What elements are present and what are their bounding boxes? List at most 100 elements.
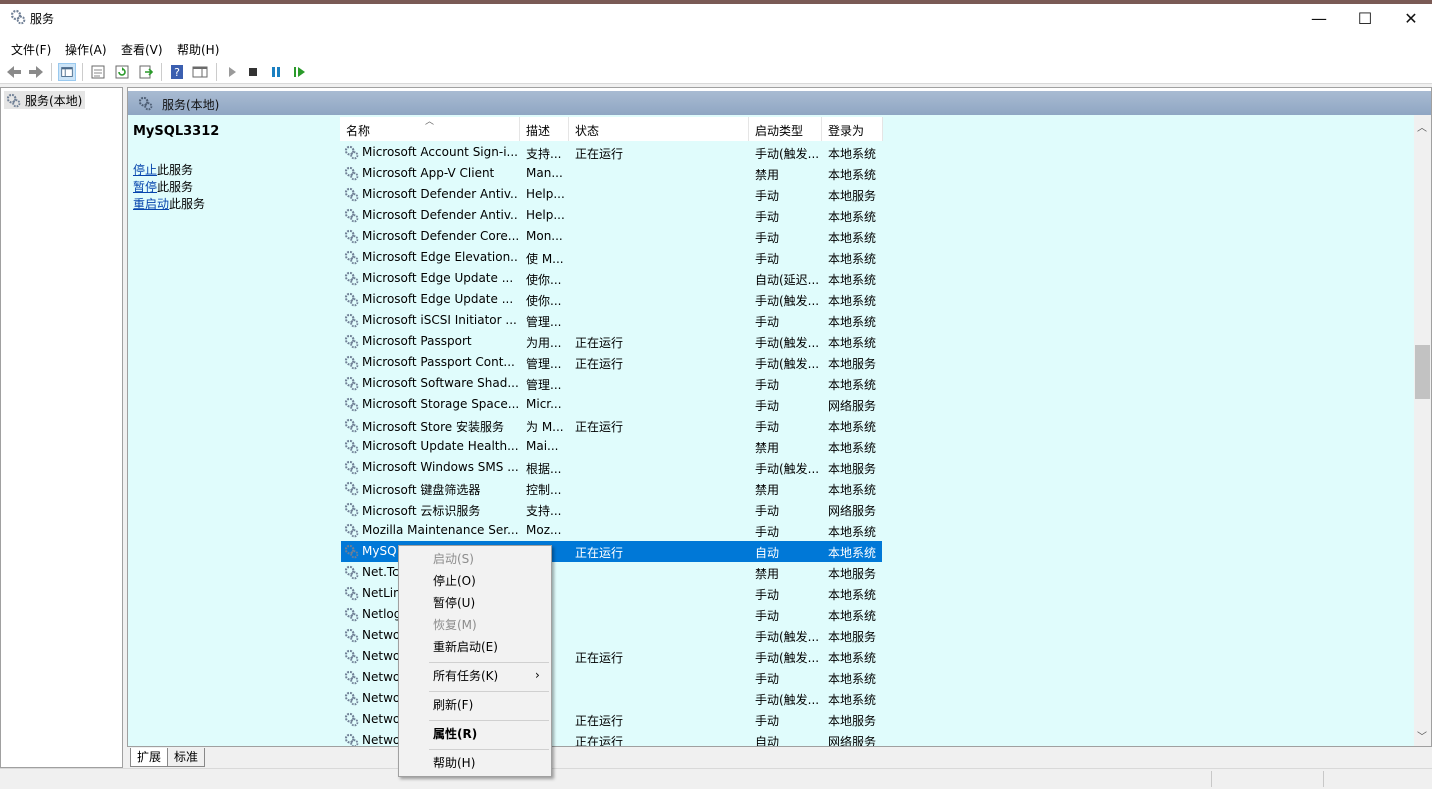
service-row[interactable]: Microsoft Edge Update ... 使你... 手动(触发... 本地…	[341, 289, 882, 310]
service-gear-icon	[344, 439, 359, 454]
service-gear-icon	[344, 628, 359, 643]
service-row[interactable]: Microsoft 云标识服务 支持... 手动 网络服务	[341, 499, 882, 520]
service-row[interactable]: Microsoft Defender Antiv... Help... 手动 本地系统	[341, 205, 882, 226]
service-startup-type: 手动	[755, 315, 780, 329]
service-row[interactable]: Microsoft Edge Elevation... 使 M... 手动 本地系统	[341, 247, 882, 268]
service-logon-as: 网络服务	[828, 399, 877, 413]
service-startup-type: 手动	[755, 231, 780, 245]
service-startup-type: 手动	[755, 525, 780, 539]
service-name: Microsoft Software Shad...	[362, 376, 518, 390]
service-row[interactable]: Microsoft Windows SMS ... 根据... 手动(触发... 本地…	[341, 457, 882, 478]
service-row[interactable]: Microsoft Edge Update ... 使你... 自动(延迟... 本地…	[341, 268, 882, 289]
service-gear-icon	[344, 208, 359, 223]
tab-extended[interactable]: 扩展	[130, 748, 169, 767]
ctx-stop[interactable]: 停止(O)	[433, 571, 476, 591]
service-startup-type: 手动	[755, 588, 780, 602]
service-gear-icon	[344, 292, 359, 307]
service-logon-as: 本地服务	[828, 714, 877, 728]
service-row[interactable]: Microsoft 键盘筛选器 控制... 禁用 本地系统	[341, 478, 882, 499]
service-gear-icon	[344, 544, 359, 559]
service-startup-type: 禁用	[755, 168, 780, 182]
service-logon-as: 网络服务	[828, 504, 877, 518]
service-logon-as: 本地服务	[828, 462, 877, 476]
submenu-arrow-icon: ›	[535, 668, 540, 682]
service-logon-as: 本地服务	[828, 630, 877, 644]
service-startup-type: 手动(触发...	[755, 693, 820, 707]
service-gear-icon	[344, 271, 359, 286]
service-logon-as: 本地系统	[828, 210, 877, 224]
service-gear-icon	[344, 187, 359, 202]
service-gear-icon	[344, 481, 359, 496]
service-logon-as: 本地系统	[828, 693, 877, 707]
service-row[interactable]: Microsoft Defender Antiv... Help... 手动 本地服务	[341, 184, 882, 205]
service-gear-icon	[344, 523, 359, 538]
ctx-restart[interactable]: 重新启动(E)	[433, 637, 498, 657]
scrollbar-thumb[interactable]	[1415, 345, 1430, 399]
service-startup-type: 自动	[755, 546, 780, 560]
ctx-resume[interactable]: 恢复(M)	[433, 615, 477, 635]
service-row[interactable]: Microsoft Software Shad... 管理... 手动 本地系统	[341, 373, 882, 394]
service-logon-as: 本地系统	[828, 672, 877, 686]
ctx-separator	[429, 749, 549, 750]
scroll-down-icon[interactable]: ﹀	[1417, 728, 1427, 743]
service-description: 支持...	[526, 504, 562, 518]
service-name: Microsoft Passport	[362, 334, 472, 348]
service-row[interactable]: Microsoft Passport 为用... 正在运行 手动(触发... 本地系统	[341, 331, 882, 352]
service-name: Microsoft Defender Antiv...	[362, 187, 518, 201]
ctx-all-tasks[interactable]: 所有任务(K)	[433, 666, 498, 686]
ctx-pause[interactable]: 暂停(U)	[433, 593, 475, 613]
service-description: 控制...	[526, 483, 562, 497]
service-gear-icon	[344, 229, 359, 244]
service-gear-icon	[344, 670, 359, 685]
ctx-help[interactable]: 帮助(H)	[433, 753, 475, 773]
service-description: 根据...	[526, 462, 562, 476]
scroll-up-icon[interactable]: ︿	[1417, 119, 1427, 134]
service-name: Microsoft 云标识服务	[362, 504, 481, 518]
status-bar	[0, 768, 1432, 789]
service-name: Microsoft App-V Client	[362, 166, 495, 180]
vertical-scrollbar[interactable]	[1414, 115, 1431, 746]
service-gear-icon	[344, 145, 359, 160]
service-name: Microsoft Update Health...	[362, 439, 518, 453]
service-name: Microsoft Defender Core...	[362, 229, 518, 243]
service-logon-as: 本地服务	[828, 567, 877, 581]
service-row[interactable]: Microsoft Store 安装服务 为 M... 正在运行 手动 本地系统	[341, 415, 882, 436]
service-startup-type: 手动	[755, 210, 780, 224]
service-status: 正在运行	[575, 735, 624, 746]
service-logon-as: 本地系统	[828, 231, 877, 245]
service-description: 管理...	[526, 315, 562, 329]
ctx-start[interactable]: 启动(S)	[433, 549, 474, 569]
service-row[interactable]: Microsoft App-V Client Man... 禁用 本地系统	[341, 163, 882, 184]
service-description: 使 M...	[526, 252, 564, 266]
service-row[interactable]: Microsoft Passport Cont... 管理... 正在运行 手动(触发…	[341, 352, 882, 373]
service-startup-type: 自动(延迟...	[755, 273, 820, 287]
service-startup-type: 手动	[755, 252, 780, 266]
service-startup-type: 手动	[755, 378, 780, 392]
status-bar-divider	[1211, 771, 1212, 787]
service-description: Moz...	[526, 523, 562, 537]
services-rows: Microsoft Account Sign-i... 支持... 正在运行 手动(触…	[0, 0, 1432, 746]
service-gear-icon	[344, 586, 359, 601]
service-row[interactable]: Microsoft Storage Space... Micr... 手动 网络服务	[341, 394, 882, 415]
service-startup-type: 手动	[755, 399, 780, 413]
service-row[interactable]: Mozilla Maintenance Ser... Moz... 手动 本地系统	[341, 520, 882, 541]
ctx-refresh[interactable]: 刷新(F)	[433, 695, 473, 715]
context-menu: 启动(S) 停止(O) 暂停(U) 恢复(M) 重新启动(E) 所有任务(K) …	[398, 545, 552, 777]
service-gear-icon	[344, 397, 359, 412]
service-logon-as: 本地系统	[828, 441, 877, 455]
service-gear-icon	[344, 166, 359, 181]
service-gear-icon	[344, 355, 359, 370]
view-tabs	[127, 746, 1432, 769]
service-row[interactable]: Microsoft Defender Core... Mon... 手动 本地系统	[341, 226, 882, 247]
service-row[interactable]: Microsoft Update Health... Mai... 禁用 本地系统	[341, 436, 882, 457]
service-row[interactable]: Microsoft Account Sign-i... 支持... 正在运行 手动(触…	[341, 142, 882, 163]
service-startup-type: 手动	[755, 672, 780, 686]
service-logon-as: 本地系统	[828, 168, 877, 182]
tab-standard[interactable]: 标准	[167, 748, 206, 767]
service-startup-type: 手动(触发...	[755, 294, 820, 308]
service-logon-as: 本地系统	[828, 420, 877, 434]
status-bar-divider	[1323, 771, 1324, 787]
service-row[interactable]: Microsoft iSCSI Initiator ... 管理... 手动 本地系统	[341, 310, 882, 331]
ctx-properties[interactable]: 属性(R)	[433, 724, 477, 744]
ctx-separator	[429, 662, 549, 663]
